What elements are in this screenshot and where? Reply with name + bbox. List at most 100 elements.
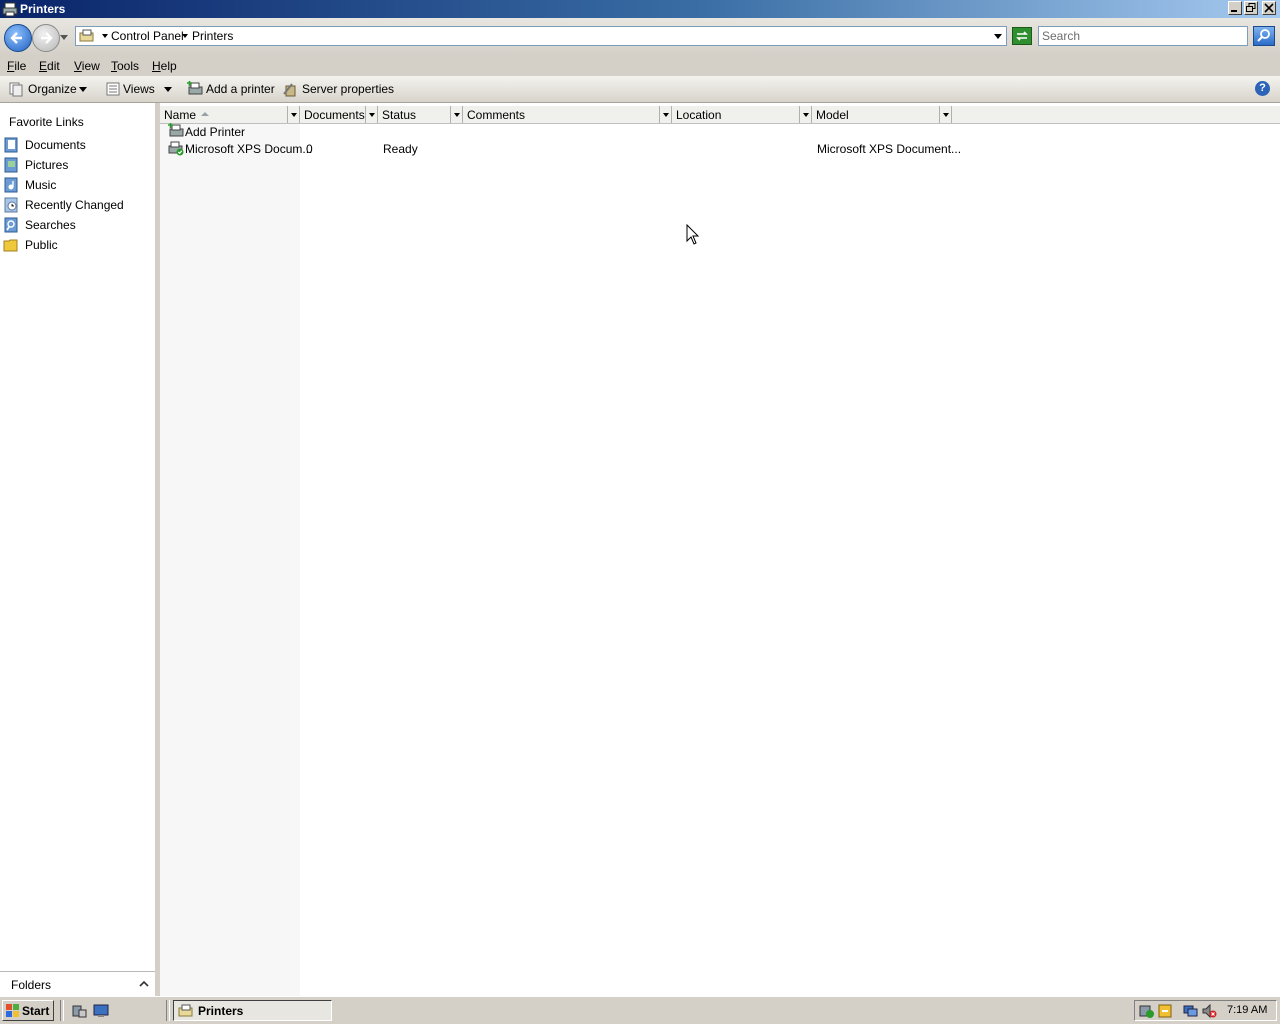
column-filter-dropdown[interactable] <box>659 106 671 123</box>
list-item-add-printer[interactable]: Add Printer <box>160 123 1280 140</box>
search-button[interactable] <box>1253 26 1275 46</box>
crumb-separator-icon[interactable] <box>102 34 108 38</box>
start-button[interactable]: Start <box>2 1000 54 1021</box>
column-header-status[interactable]: Status <box>378 106 463 123</box>
crumb-separator-icon[interactable] <box>182 34 188 38</box>
column-header-location[interactable]: Location <box>672 106 812 123</box>
window-title: Printers <box>20 2 66 16</box>
fav-link-documents[interactable]: Documents <box>0 136 155 154</box>
taskbar-button-printers[interactable]: Printers <box>173 1000 332 1021</box>
views-button[interactable]: Views <box>123 82 155 96</box>
fav-link-pictures[interactable]: Pictures <box>0 156 155 174</box>
search-input[interactable] <box>1038 26 1248 46</box>
address-dropdown-icon[interactable] <box>994 34 1002 39</box>
restore-button[interactable] <box>1244 1 1258 15</box>
cell-documents: 0 <box>306 142 313 156</box>
refresh-icon <box>1016 31 1028 41</box>
taskbar-separator <box>60 1000 64 1021</box>
printer-folder-icon <box>178 1004 193 1017</box>
folders-label: Folders <box>11 978 52 992</box>
list-item-microsoft-xps[interactable]: Microsoft XPS Docum... 0 Ready Microsoft… <box>160 140 1280 157</box>
column-filter-dropdown[interactable] <box>799 106 811 123</box>
help-icon: ? <box>1259 82 1266 94</box>
sort-ascending-icon <box>201 112 209 116</box>
cell-model: Microsoft XPS Document... <box>817 142 962 156</box>
system-tray: 7:19 AM <box>1134 1000 1277 1021</box>
fav-link-public[interactable]: Public <box>0 236 155 254</box>
forward-button[interactable] <box>32 24 60 52</box>
column-filter-dropdown[interactable] <box>939 106 951 123</box>
back-arrow-icon <box>10 32 22 44</box>
volume-muted-icon[interactable] <box>1201 1003 1217 1019</box>
command-bar: Organize Views Add a printer Server prop… <box>0 76 1280 103</box>
crumb-control-panel[interactable]: Control Panel <box>111 29 184 43</box>
menu-view[interactable]: View <box>74 59 100 73</box>
network-icon[interactable] <box>1183 1003 1199 1019</box>
printer-folder-icon <box>79 29 94 42</box>
address-field[interactable]: Control Panel Printers <box>75 26 1007 46</box>
show-desktop-icon[interactable] <box>93 1003 109 1019</box>
back-button[interactable] <box>4 24 32 52</box>
close-button[interactable] <box>1262 1 1276 15</box>
navigation-pane: Favorite Links Documents Pictures Music … <box>0 103 156 971</box>
favorite-links-title: Favorite Links <box>9 115 84 129</box>
crumb-printers[interactable]: Printers <box>192 29 233 43</box>
pictures-icon <box>4 157 18 173</box>
add-printer-icon <box>187 81 203 95</box>
update-icon[interactable] <box>1157 1003 1173 1019</box>
column-headers: Name Documents Status Comments Location … <box>160 106 1280 124</box>
organize-button[interactable]: Organize <box>28 82 77 96</box>
folders-toggle[interactable]: Folders <box>0 971 155 997</box>
security-shield-icon[interactable] <box>1139 1003 1155 1019</box>
recently-changed-icon <box>4 197 18 213</box>
sorted-column-shade <box>160 122 300 996</box>
windows-logo-icon <box>6 1004 19 1017</box>
views-dropdown-icon[interactable] <box>164 87 172 92</box>
fav-link-recently-changed[interactable]: Recently Changed <box>0 196 155 214</box>
column-header-comments[interactable]: Comments <box>463 106 672 123</box>
chevron-up-icon <box>139 980 149 987</box>
menu-edit[interactable]: Edit <box>39 59 60 73</box>
refresh-button[interactable] <box>1012 27 1032 45</box>
address-bar: Control Panel Printers <box>0 18 1280 56</box>
menu-file[interactable]: File <box>7 59 26 73</box>
views-icon <box>106 82 120 96</box>
column-filter-dropdown[interactable] <box>287 106 299 123</box>
cell-name: Add Printer <box>185 125 246 139</box>
recent-pages-dropdown-icon[interactable] <box>60 35 68 41</box>
cell-status: Ready <box>383 142 418 156</box>
cell-name: Microsoft XPS Docum... <box>185 142 313 156</box>
minimize-button[interactable] <box>1228 1 1242 15</box>
column-filter-dropdown[interactable] <box>450 106 462 123</box>
add-printer-icon <box>168 123 184 137</box>
default-printer-icon <box>168 141 184 156</box>
server-manager-icon[interactable] <box>71 1003 87 1019</box>
minimize-icon <box>1231 10 1237 12</box>
title-bar[interactable]: Printers <box>0 0 1280 18</box>
add-a-printer-button[interactable]: Add a printer <box>206 82 275 96</box>
column-filter-dropdown[interactable] <box>365 106 377 123</box>
clock: 7:19 AM <box>1227 1004 1268 1016</box>
menu-tools[interactable]: Tools <box>111 59 139 73</box>
server-properties-button[interactable]: Server properties <box>302 82 394 96</box>
column-header-documents[interactable]: Documents <box>300 106 378 123</box>
column-header-model[interactable]: Model <box>812 106 952 123</box>
help-button[interactable]: ? <box>1255 81 1270 96</box>
fav-link-music[interactable]: Music <box>0 176 155 194</box>
menu-help[interactable]: Help <box>152 59 177 73</box>
restore-icon <box>1246 3 1256 12</box>
server-properties-icon <box>283 83 296 97</box>
music-icon <box>4 177 18 193</box>
organize-icon <box>9 82 23 97</box>
menu-bar: File Edit View Tools Help <box>0 56 1280 76</box>
organize-dropdown-icon[interactable] <box>79 87 87 92</box>
file-list: Name Documents Status Comments Location … <box>160 103 1280 996</box>
documents-icon <box>4 137 18 153</box>
fav-link-searches[interactable]: Searches <box>0 216 155 234</box>
printer-icon <box>2 1 18 17</box>
searches-icon <box>4 217 18 233</box>
search-icon <box>1257 29 1270 42</box>
public-folder-icon <box>3 239 18 252</box>
taskbar-separator <box>166 1000 170 1021</box>
column-header-name[interactable]: Name <box>160 106 300 123</box>
